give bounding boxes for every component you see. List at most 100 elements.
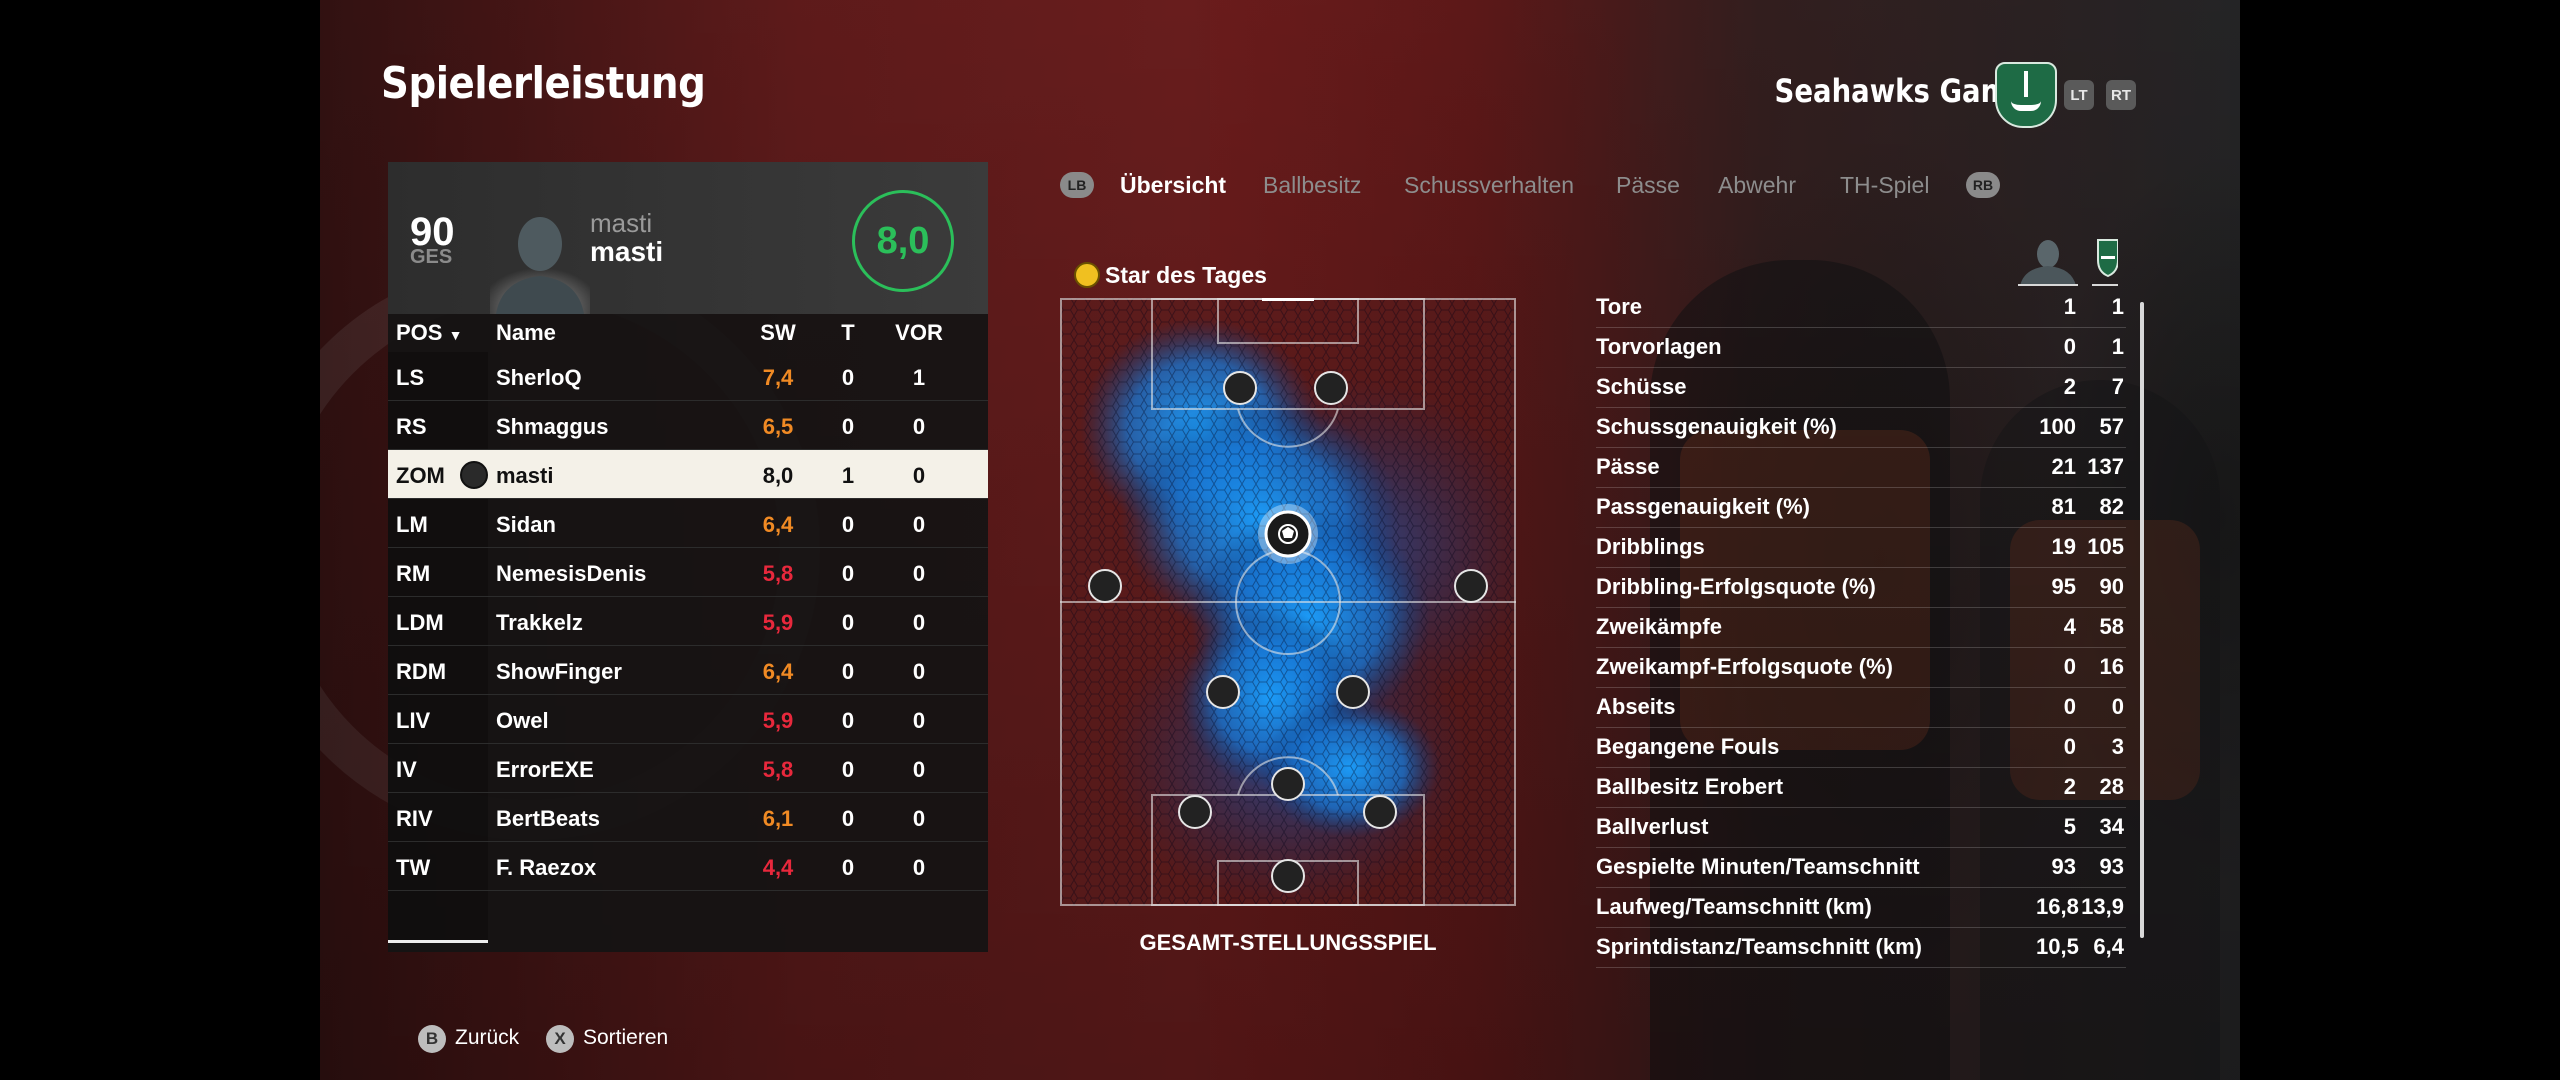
- stat-label: Zweikämpfe: [1596, 614, 1722, 639]
- table-row[interactable]: TW F. Raezox 4,4 0 0: [388, 842, 988, 891]
- table-row[interactable]: RM NemesisDenis 5,8 0 0: [388, 548, 988, 597]
- header-t[interactable]: T: [828, 320, 868, 346]
- stat-label: Ballverlust: [1596, 814, 1709, 839]
- row-goals: 0: [841, 610, 855, 635]
- stat-team-value: 82: [2099, 494, 2124, 519]
- row-goals: 0: [841, 855, 855, 880]
- table-row[interactable]: LS SherloQ 7,4 0 1: [388, 352, 988, 401]
- stat-team-value: 137: [2087, 454, 2124, 479]
- tab-th-spiel[interactable]: TH-Spiel: [1840, 172, 1929, 199]
- player-marker-liv: [1178, 795, 1212, 829]
- sort-label[interactable]: Sortieren: [583, 1026, 668, 1050]
- stat-label: Dribbling-Erfolgsquote (%): [1596, 574, 1876, 599]
- row-assists: 1: [912, 365, 926, 390]
- tab-abwehr[interactable]: Abwehr: [1718, 172, 1796, 199]
- stat-row: Torvorlagen 0 1: [1596, 328, 2126, 368]
- stat-team-value: 90: [2099, 574, 2124, 599]
- stat-row: Schüsse 2 7: [1596, 368, 2126, 408]
- tab-uebersicht[interactable]: Übersicht: [1120, 172, 1226, 199]
- row-position: LDM: [396, 610, 444, 635]
- table-row[interactable]: LM Sidan 6,4 0 0: [388, 499, 988, 548]
- stat-row: Sprintdistanz/Teamschnitt (km) 10,5 6,4: [1596, 928, 2126, 968]
- heatmap-caption: GESAMT-STELLUNGSSPIEL: [1139, 930, 1437, 955]
- star-player-ball-icon: [460, 461, 488, 489]
- stat-label: Dribblings: [1596, 534, 1705, 559]
- table-row[interactable]: LIV Owel 5,9 0 0: [388, 695, 988, 744]
- row-goals: 0: [841, 659, 855, 684]
- row-assists: 0: [912, 855, 926, 880]
- table-row[interactable]: RIV BertBeats 6,1 0 0: [388, 793, 988, 842]
- row-position: RDM: [396, 659, 447, 684]
- table-row[interactable]: ZOM masti 8,0 1 0: [388, 450, 988, 499]
- table-row[interactable]: RDM ShowFinger 6,4 0 0: [388, 646, 988, 695]
- stat-player-value: 100: [2039, 414, 2076, 439]
- row-position: RS: [396, 414, 427, 439]
- stat-team-value: 57: [2099, 414, 2124, 439]
- x-button-icon[interactable]: X: [546, 1025, 574, 1053]
- table-row[interactable]: IV ErrorEXE 5,8 0 0: [388, 744, 988, 793]
- player-column-icon: [2020, 240, 2076, 286]
- row-assists: 0: [912, 414, 926, 439]
- row-position: ZOM: [396, 463, 445, 488]
- stat-row: Laufweg/Teamschnitt (km) 16,8 13,9: [1596, 888, 2126, 928]
- row-assists: 0: [912, 708, 926, 733]
- stat-team-value: 34: [2099, 814, 2124, 839]
- stat-label: Zweikampf-Erfolgsquote (%): [1596, 654, 1894, 679]
- stat-row: Dribbling-Erfolgsquote (%) 95 90: [1596, 568, 2126, 608]
- b-button-icon[interactable]: B: [418, 1025, 446, 1053]
- tab-paesse[interactable]: Pässe: [1616, 172, 1680, 199]
- stat-player-value: 0: [2063, 734, 2076, 759]
- row-goals: 0: [841, 414, 855, 439]
- stat-player-value: 16,8: [2036, 894, 2079, 919]
- row-assists: 0: [912, 757, 926, 782]
- stat-label: Abseits: [1596, 694, 1676, 719]
- stat-player-value: 81: [2051, 494, 2076, 519]
- header-pos[interactable]: POS ▼: [396, 320, 462, 346]
- table-row[interactable]: LDM Trakkelz 5,9 0 0: [388, 597, 988, 646]
- stat-row: Begangene Fouls 0 3: [1596, 728, 2126, 768]
- stat-label: Laufweg/Teamschnitt (km): [1596, 894, 1872, 919]
- player-marker-iv: [1271, 767, 1305, 801]
- stat-row: Pässe 21 137: [1596, 448, 2126, 488]
- row-assists: 0: [912, 610, 926, 635]
- row-position: LIV: [396, 708, 431, 733]
- stat-label: Begangene Fouls: [1596, 734, 1780, 759]
- row-position: IV: [396, 757, 417, 782]
- stat-row: Zweikampf-Erfolgsquote (%) 0 16: [1596, 648, 2126, 688]
- table-row[interactable]: RS Shmaggus 6,5 0 0: [388, 401, 988, 450]
- stat-label: Schussgenauigkeit (%): [1596, 414, 1837, 439]
- stat-player-value: 95: [2051, 574, 2076, 599]
- row-rating: 5,8: [762, 561, 794, 586]
- stat-team-value: 58: [2099, 614, 2124, 639]
- player-marker-ldm: [1206, 675, 1240, 709]
- row-name: SherloQ: [496, 365, 582, 390]
- stat-label: Gespielte Minuten/Teamschnitt: [1596, 854, 1920, 879]
- tab-ballbesitz[interactable]: Ballbesitz: [1263, 172, 1361, 199]
- stat-player-value: 1: [2063, 294, 2076, 319]
- header-sw[interactable]: SW: [746, 320, 810, 346]
- star-of-the-day-label: Star des Tages: [1105, 262, 1267, 288]
- row-assists: 0: [912, 806, 926, 831]
- lt-button-icon[interactable]: LT: [2064, 80, 2094, 110]
- stat-row: Tore 1 1: [1596, 288, 2126, 328]
- stats-scrollbar-thumb[interactable]: [2140, 302, 2144, 938]
- rt-button-icon[interactable]: RT: [2106, 80, 2136, 110]
- header-vor[interactable]: VOR: [894, 320, 944, 346]
- sort-down-icon: ▼: [448, 327, 463, 343]
- player-marker-rdm: [1336, 675, 1370, 709]
- back-label[interactable]: Zurück: [455, 1026, 519, 1050]
- tab-schussverhalten[interactable]: Schussverhalten: [1404, 172, 1574, 199]
- player-overall-label: GES: [410, 246, 453, 268]
- stat-row: Ballbesitz Erobert 2 28: [1596, 768, 2126, 808]
- header-name[interactable]: Name: [496, 320, 556, 346]
- rb-button-icon[interactable]: RB: [1966, 172, 2000, 198]
- player-avatar: [490, 217, 590, 314]
- lb-button-icon[interactable]: LB: [1060, 172, 1094, 198]
- stat-player-value: 0: [2063, 334, 2076, 359]
- stat-player-value: 10,5: [2036, 934, 2079, 959]
- stat-team-value: 105: [2087, 534, 2124, 559]
- row-rating: 7,4: [762, 365, 794, 390]
- player-name-top: masti: [590, 208, 653, 238]
- stat-row: Dribblings 19 105: [1596, 528, 2126, 568]
- player-marker-lm: [1088, 569, 1122, 603]
